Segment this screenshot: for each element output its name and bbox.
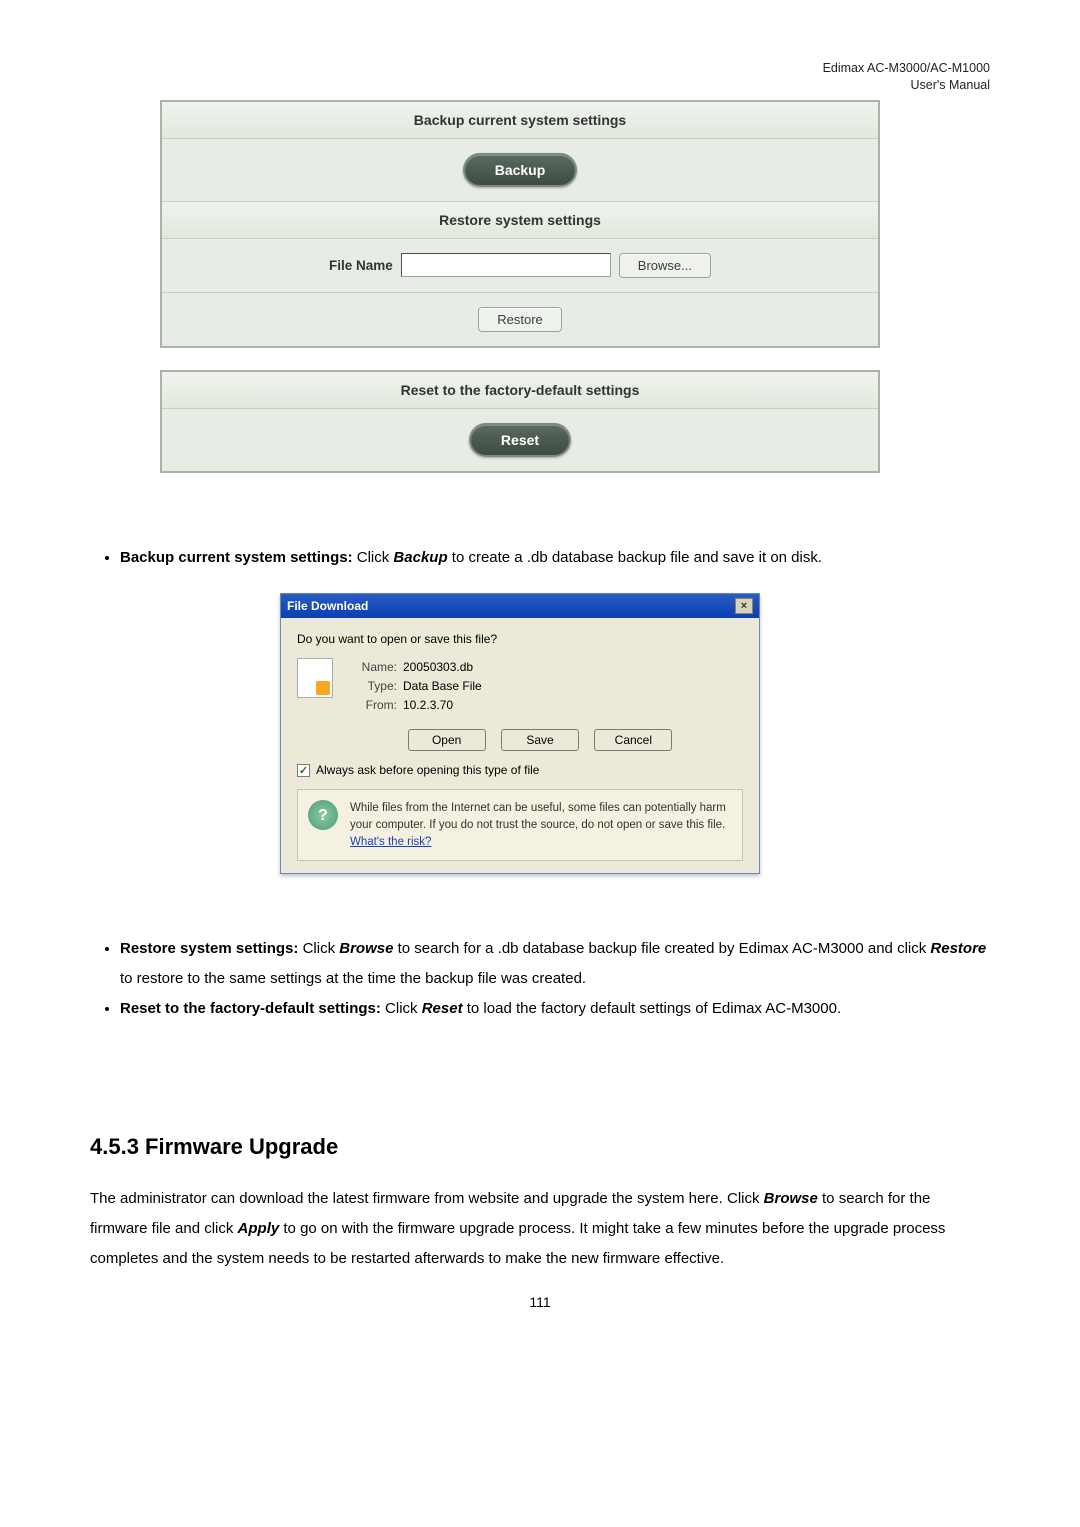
backup-button[interactable]: Backup xyxy=(463,153,578,187)
page-number: 111 xyxy=(90,1294,990,1310)
dialog-warning: While files from the Internet can be use… xyxy=(297,789,743,861)
name-value: 20050303.db xyxy=(403,660,473,674)
whats-the-risk-link[interactable]: What's the risk? xyxy=(350,836,431,848)
file-name-input[interactable] xyxy=(401,253,611,277)
dialog-question: Do you want to open or save this file? xyxy=(297,632,743,646)
bullet-reset-lead: Reset to the factory-default settings: xyxy=(120,1000,381,1017)
reset-button[interactable]: Reset xyxy=(469,423,571,457)
always-ask-label: Always ask before opening this type of f… xyxy=(316,763,539,777)
file-download-dialog: File Download × Do you want to open or s… xyxy=(280,593,760,875)
backup-button-row: Backup xyxy=(162,139,878,202)
dialog-kv: Name: 20050303.db Type: Data Base File Fro… xyxy=(345,658,482,716)
backup-section-title: Backup current system settings xyxy=(162,102,878,139)
bullet-list-2: Restore system settings: Click Browse to… xyxy=(120,934,990,1024)
doc-header: Edimax AC-M3000/AC-M1000 User's Manual xyxy=(90,60,990,94)
open-button[interactable]: Open xyxy=(408,729,486,751)
p-apply: Apply xyxy=(238,1220,280,1237)
restore-button[interactable]: Restore xyxy=(478,307,562,332)
reset-button-row: Reset xyxy=(162,409,878,471)
dialog-buttons: Open Save Cancel xyxy=(337,729,743,751)
cancel-button[interactable]: Cancel xyxy=(594,729,672,751)
bullet-list-1: Backup current system settings: Click Ba… xyxy=(120,543,990,573)
settings-panel: Backup current system settings Backup Re… xyxy=(160,100,880,348)
dialog-checkbox-row: ✓ Always ask before opening this type of… xyxy=(297,763,743,777)
dialog-warning-text: While files from the Internet can be use… xyxy=(350,800,732,850)
file-row: File Name Browse... xyxy=(162,239,878,293)
file-icon xyxy=(297,658,333,698)
file-name-label: File Name xyxy=(329,258,393,273)
section-paragraph: The administrator can download the lates… xyxy=(90,1184,990,1274)
section-title: 4.5.3 Firmware Upgrade xyxy=(90,1134,990,1160)
br-a: Click xyxy=(298,940,339,957)
bullet-reset: Reset to the factory-default settings: C… xyxy=(120,994,990,1024)
p-browse: Browse xyxy=(764,1190,818,1207)
dialog-body: Do you want to open or save this file? N… xyxy=(281,618,759,874)
restore-section-title: Restore system settings xyxy=(162,202,878,239)
br-browse: Browse xyxy=(339,940,393,957)
name-label: Name: xyxy=(345,658,397,677)
type-value: Data Base File xyxy=(403,679,482,693)
br-restore: Restore xyxy=(930,940,986,957)
restore-button-row: Restore xyxy=(162,293,878,346)
brs-a: Click xyxy=(381,1000,422,1017)
bullet-restore-lead: Restore system settings: xyxy=(120,940,298,957)
brs-reset: Reset xyxy=(422,1000,463,1017)
br-b: to search for a .db database backup file… xyxy=(393,940,930,957)
dialog-title: File Download xyxy=(287,599,368,613)
from-value: 10.2.3.70 xyxy=(403,698,453,712)
brs-b: to load the factory default settings of … xyxy=(463,1000,842,1017)
reset-panel: Reset to the factory-default settings Re… xyxy=(160,370,880,473)
header-line1: Edimax AC-M3000/AC-M1000 xyxy=(823,61,990,75)
browse-button[interactable]: Browse... xyxy=(619,253,711,278)
warn-text: While files from the Internet can be use… xyxy=(350,802,726,831)
bullet-restore: Restore system settings: Click Browse to… xyxy=(120,934,990,994)
always-ask-checkbox[interactable]: ✓ xyxy=(297,764,310,777)
bullet-backup-verb: Backup xyxy=(393,549,447,566)
bullet-backup: Backup current system settings: Click Ba… xyxy=(120,543,990,573)
help-icon xyxy=(308,800,338,830)
close-icon[interactable]: × xyxy=(735,598,753,614)
dialog-titlebar: File Download × xyxy=(281,594,759,618)
dialog-info: Name: 20050303.db Type: Data Base File Fro… xyxy=(297,658,743,716)
type-label: Type: xyxy=(345,677,397,696)
br-c: to restore to the same settings at the t… xyxy=(120,970,586,987)
header-line2: User's Manual xyxy=(911,78,991,92)
reset-section-title: Reset to the factory-default settings xyxy=(162,372,878,409)
bullet-backup-a: Click xyxy=(353,549,394,566)
p-a: The administrator can download the lates… xyxy=(90,1190,764,1207)
bullet-backup-b: to create a .db database backup file and… xyxy=(448,549,822,566)
bullet-backup-lead: Backup current system settings: xyxy=(120,549,353,566)
from-label: From: xyxy=(345,696,397,715)
save-button[interactable]: Save xyxy=(501,729,579,751)
